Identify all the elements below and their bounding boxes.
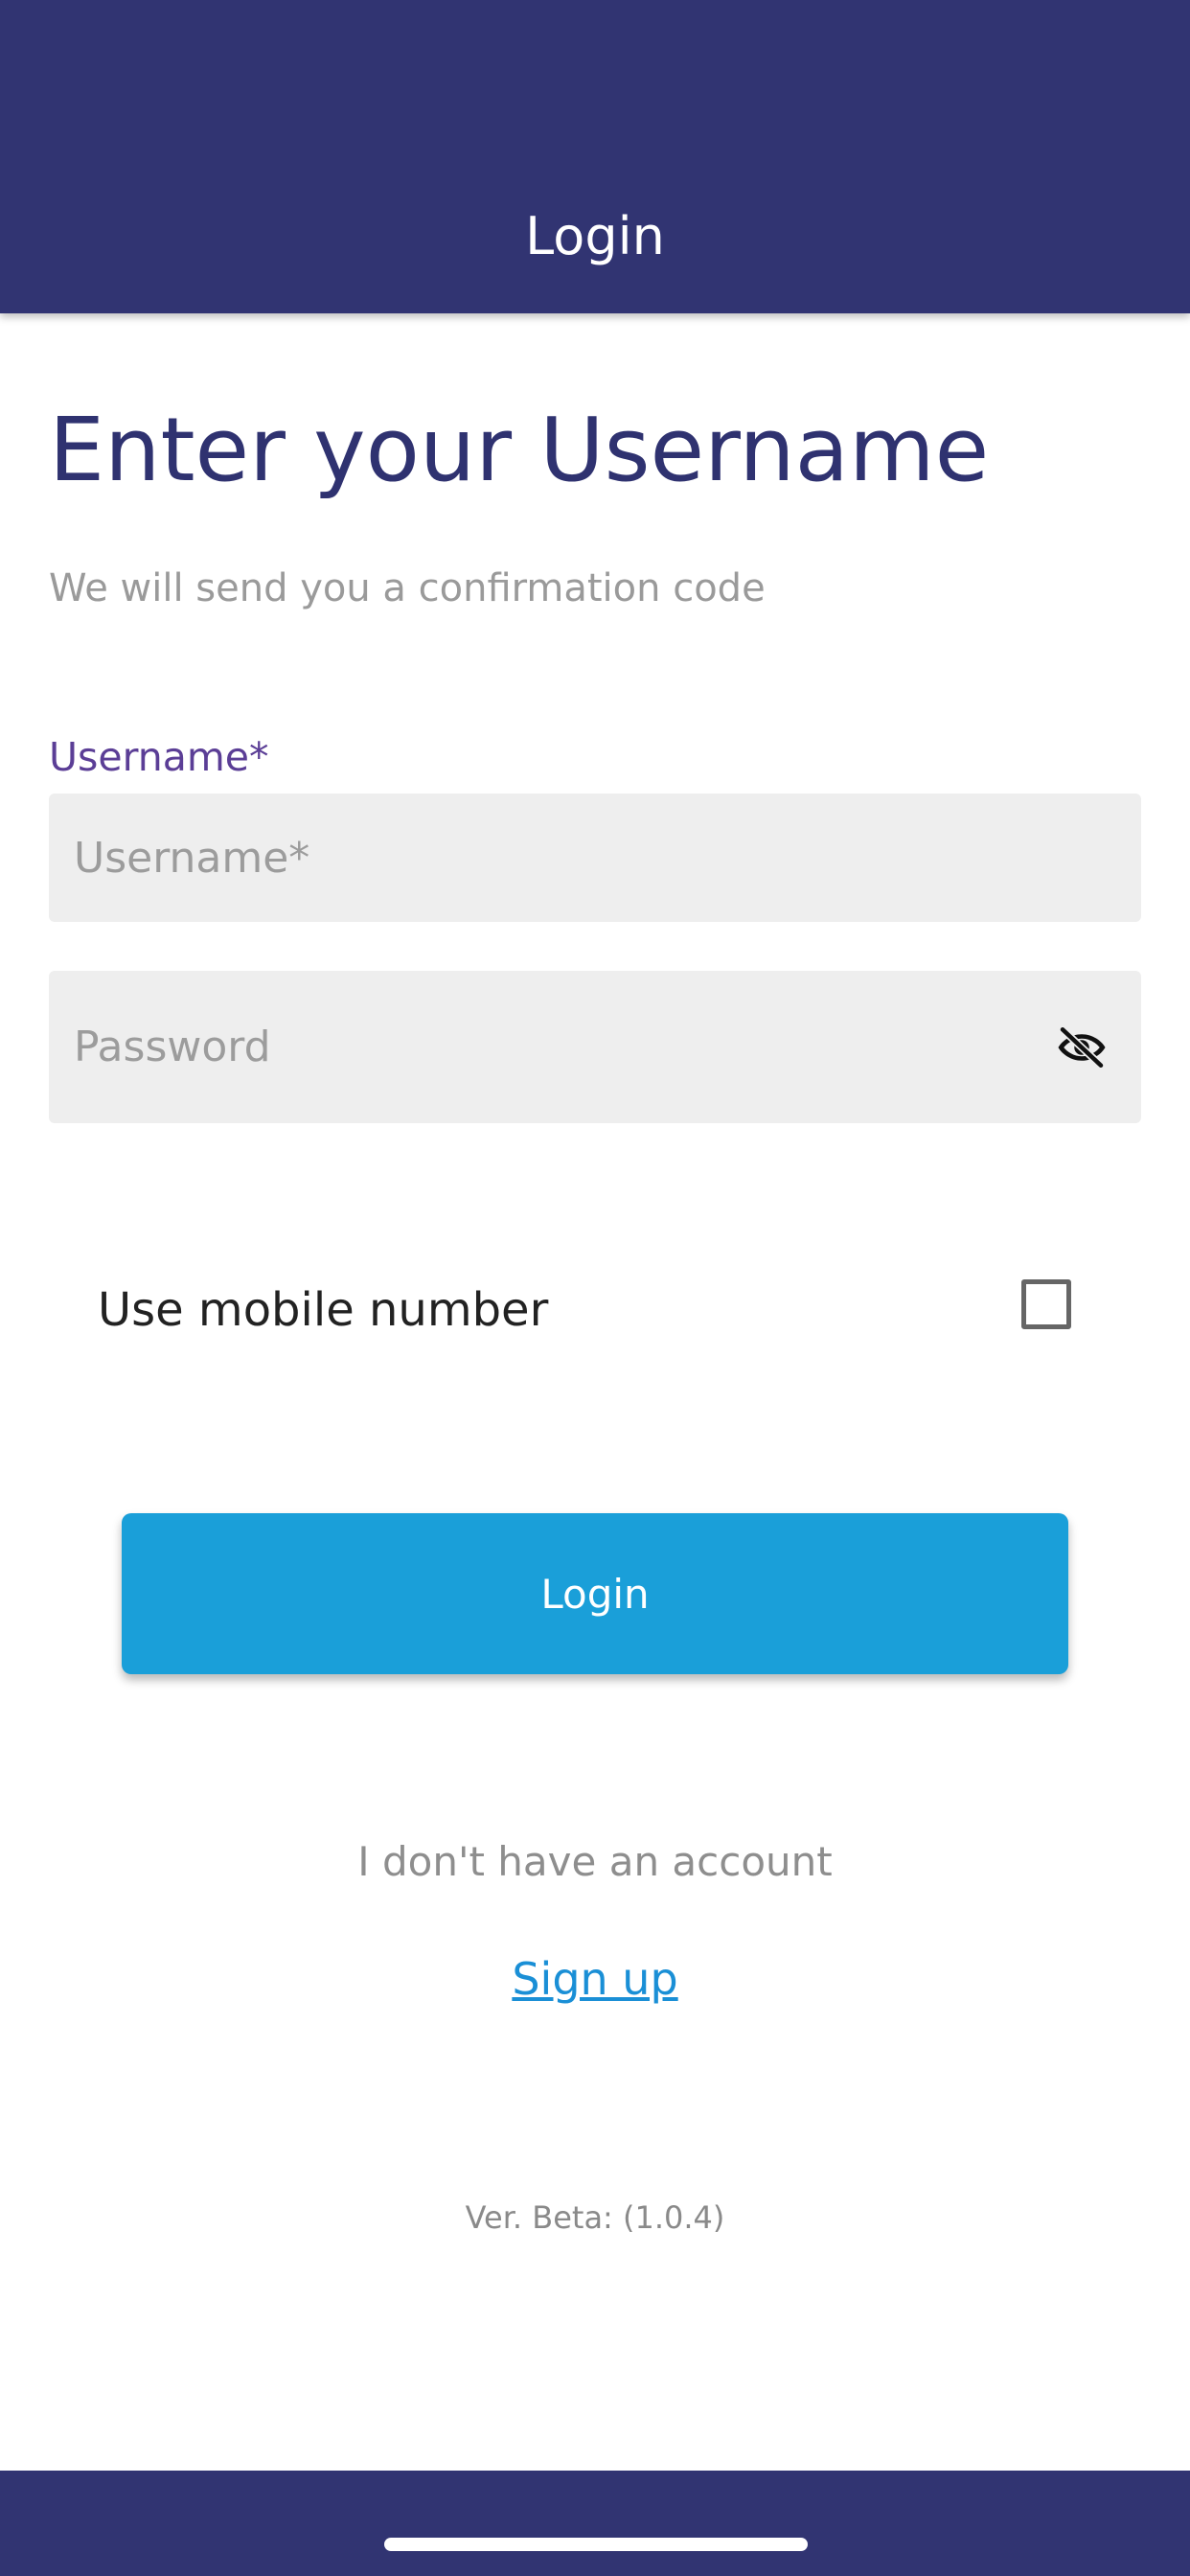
version-label: Ver. Beta: (1.0.4)	[465, 2199, 725, 2236]
use-mobile-row[interactable]: Use mobile number	[98, 1272, 1075, 1348]
use-mobile-checkbox[interactable]	[1021, 1279, 1071, 1329]
password-input[interactable]	[49, 971, 1141, 1123]
password-field	[49, 971, 1141, 1123]
app-bar: Login	[0, 0, 1190, 313]
username-input[interactable]	[49, 794, 1141, 922]
use-mobile-label: Use mobile number	[98, 1283, 549, 1337]
signup-link[interactable]: Sign up	[0, 1950, 1190, 2008]
page-heading: Enter your Username	[49, 399, 990, 501]
username-label: Username*	[49, 734, 269, 780]
bottom-bar	[0, 2471, 1190, 2576]
no-account-text: I don't have an account	[357, 1838, 833, 1885]
eye-off-icon[interactable]	[1053, 1019, 1110, 1076]
login-button[interactable]: Login	[122, 1513, 1068, 1674]
home-indicator[interactable]	[384, 2538, 808, 2551]
page-subheading: We will send you a confirmation code	[49, 566, 766, 610]
app-bar-title: Login	[525, 206, 665, 266]
